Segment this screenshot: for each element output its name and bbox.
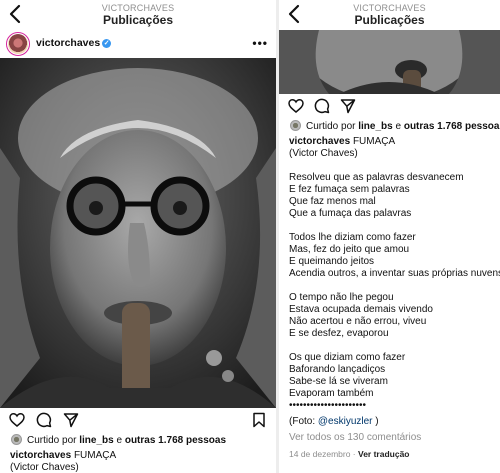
poem-line: •••••••••••••••••••••• <box>289 400 367 411</box>
poem-line: E fez fumaça sem palavras <box>289 184 410 195</box>
post-photo[interactable] <box>0 58 276 408</box>
liker-avatar[interactable] <box>290 120 301 131</box>
poem-text: Resolveu que as palavras desvanecem E fez… <box>289 172 500 412</box>
post-username[interactable]: victorchaves ✓ <box>36 37 112 49</box>
heart-icon[interactable] <box>288 98 304 114</box>
poem-line: Todos lhe diziam como fazer <box>289 232 416 243</box>
avatar[interactable] <box>6 32 30 56</box>
comment-icon[interactable] <box>314 98 330 114</box>
top-bar: VICTORCHAVES Publicações <box>279 0 500 30</box>
date-separator: · <box>350 449 358 459</box>
send-icon[interactable] <box>63 412 79 428</box>
poem-line: O tempo não lhe pegou <box>289 292 394 303</box>
verified-badge-icon: ✓ <box>102 39 112 48</box>
caption-username[interactable]: victorchaves <box>10 450 71 461</box>
bookmark-icon[interactable] <box>251 412 267 428</box>
liked-mid: e <box>392 121 404 132</box>
post-date: 14 de dezembro <box>289 449 351 459</box>
poem-line: Mas, fez do jeito que amou <box>289 244 410 255</box>
comment-icon[interactable] <box>36 412 52 428</box>
photo-credit: (Foto: @eskiyuzler ) <box>289 416 490 428</box>
username-text[interactable]: victorchaves <box>36 37 100 49</box>
liked-prefix: Curtido por <box>27 435 80 446</box>
view-comments-link[interactable]: Ver todos os 130 comentários <box>289 432 490 444</box>
caption-title: FUMAÇA <box>73 450 117 461</box>
liked-prefix: Curtido por <box>306 121 359 132</box>
liked-count[interactable]: outras 1.768 pessoas <box>404 121 500 132</box>
liked-by: Curtido por line_bs e outras 1.768 pesso… <box>0 432 276 450</box>
liked-by-text: Curtido por line_bs e outras 1.768 pesso… <box>306 121 500 132</box>
more-options-icon[interactable]: ••• <box>252 36 268 50</box>
caption-full: victorchaves FUMAÇA (Victor Chaves) Reso… <box>279 136 500 460</box>
poem-line: E queimando jeitos <box>289 256 375 267</box>
header-title: Publicações <box>102 13 174 27</box>
left-post-view: VICTORCHAVES Publicações victorchaves ✓ •… <box>0 0 276 473</box>
translate-link[interactable]: Ver tradução <box>358 449 410 459</box>
post-actions <box>0 408 276 432</box>
poem-line: Estava ocupada demais vivendo <box>289 304 433 315</box>
caption: victorchaves FUMAÇA (Victor Chaves) <box>0 450 276 473</box>
poem-stanza: Todos lhe diziam como fazer Mas, fez do j… <box>289 232 500 280</box>
header-title: Publicações <box>354 13 425 27</box>
header-titles: VICTORCHAVES Publicações <box>279 2 500 26</box>
post-date-row: 14 de dezembro · Ver tradução <box>289 448 490 460</box>
photo-credit-open: (Foto: <box>289 416 318 427</box>
send-icon[interactable] <box>340 98 356 114</box>
caption-username[interactable]: victorchaves <box>289 136 350 147</box>
liked-user[interactable]: line_bs <box>79 435 113 446</box>
caption-author: (Victor Chaves) <box>10 462 79 473</box>
poem-line: Não acertou e não errou, viveu <box>289 316 427 327</box>
poem-line: Acendia outros, a inventar suas próprias… <box>289 268 500 279</box>
poem-stanza: Os que diziam como fazer Baforando lançad… <box>289 352 490 412</box>
photo-credit-tag[interactable]: @eskiyuzler <box>318 416 373 427</box>
poem-line: Baforando lançadiços <box>289 364 386 375</box>
poem-line: Resolveu que as palavras desvanecem <box>289 172 464 183</box>
post-actions <box>279 94 500 118</box>
post-header: victorchaves ✓ ••• <box>0 30 276 58</box>
poem-line: E se desfez, evaporou <box>289 328 389 339</box>
photo-credit-close: ) <box>372 416 379 427</box>
poem-stanza: Resolveu que as palavras desvanecem E fez… <box>289 172 490 220</box>
poem-line: Evaporam também <box>289 388 374 399</box>
liked-user[interactable]: line_bs <box>358 121 392 132</box>
liked-by: Curtido por line_bs e outras 1.768 pesso… <box>279 118 500 136</box>
right-post-view: VICTORCHAVES Publicações Curtido por lin… <box>279 0 500 473</box>
caption-title: FUMAÇA <box>352 136 396 147</box>
poem-stanza: O tempo não lhe pegou Estava ocupada dema… <box>289 292 490 340</box>
top-bar: VICTORCHAVES Publicações <box>0 0 276 30</box>
poem-line: Sabe-se lá se viveram <box>289 376 388 387</box>
liked-mid: e <box>113 435 125 446</box>
liked-count[interactable]: outras 1.768 pessoas <box>125 435 226 446</box>
liked-by-text: Curtido por line_bs e outras 1.768 pesso… <box>27 435 226 446</box>
post-photo-crop[interactable] <box>279 30 500 94</box>
poem-line: Que faz menos mal <box>289 196 376 207</box>
poem-line: Os que diziam como fazer <box>289 352 406 363</box>
poem-line: Que a fumaça das palavras <box>289 208 412 219</box>
caption-author: (Victor Chaves) <box>289 148 358 159</box>
header-titles: VICTORCHAVES Publicações <box>0 2 276 26</box>
heart-icon[interactable] <box>9 412 25 428</box>
liker-avatar[interactable] <box>11 434 22 445</box>
